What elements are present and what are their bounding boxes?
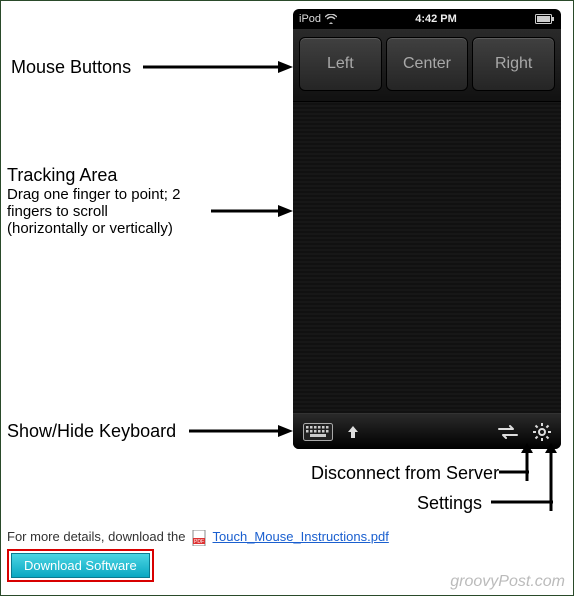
watermark: groovyPost.com [450,573,565,591]
tracking-sub3: (horizontally or vertically) [7,220,180,237]
gear-icon[interactable] [533,423,551,441]
callout-tracking-area: Tracking Area Drag one finger to point; … [7,165,180,237]
center-mouse-button[interactable]: Center [386,37,469,91]
arrow-icon [499,469,529,475]
svg-text:PDF: PDF [194,539,204,545]
clock-label: 4:42 PM [415,13,457,25]
left-mouse-button[interactable]: Left [299,37,382,91]
right-mouse-button[interactable]: Right [472,37,555,91]
carrier-label: iPod [299,13,321,25]
arrow-icon [491,499,553,505]
battery-icon [535,14,555,24]
callout-settings: Settings [417,493,482,514]
arrow-icon [143,57,293,77]
mouse-button-row: Left Center Right [293,29,561,102]
download-highlight-box: Download Software [7,549,154,582]
arrow-icon [211,201,293,221]
pdf-icon: PDF [192,530,206,546]
callout-keyboard: Show/Hide Keyboard [7,421,176,442]
details-prefix: For more details, download the [7,529,185,544]
callout-disconnect: Disconnect from Server [311,463,499,484]
keyboard-icon[interactable] [303,423,333,441]
tracking-area[interactable] [293,102,561,413]
tracking-title: Tracking Area [7,165,117,185]
status-bar: iPod 4:42 PM [293,9,561,29]
arrow-icon [189,421,293,441]
arrow-up-icon [347,425,359,439]
download-software-button[interactable]: Download Software [11,553,150,578]
disconnect-icon[interactable] [497,424,519,440]
ipod-device: iPod 4:42 PM Left Center Right [293,9,561,449]
arrow-icon [517,441,537,481]
details-line: For more details, download the PDF Touch… [7,529,389,546]
instructions-link[interactable]: Touch_Mouse_Instructions.pdf [213,529,389,544]
wifi-icon [325,14,337,24]
tracking-sub2: fingers to scroll [7,203,180,220]
tracking-sub1: Drag one finger to point; 2 [7,186,180,203]
callout-mouse-buttons: Mouse Buttons [11,57,131,78]
